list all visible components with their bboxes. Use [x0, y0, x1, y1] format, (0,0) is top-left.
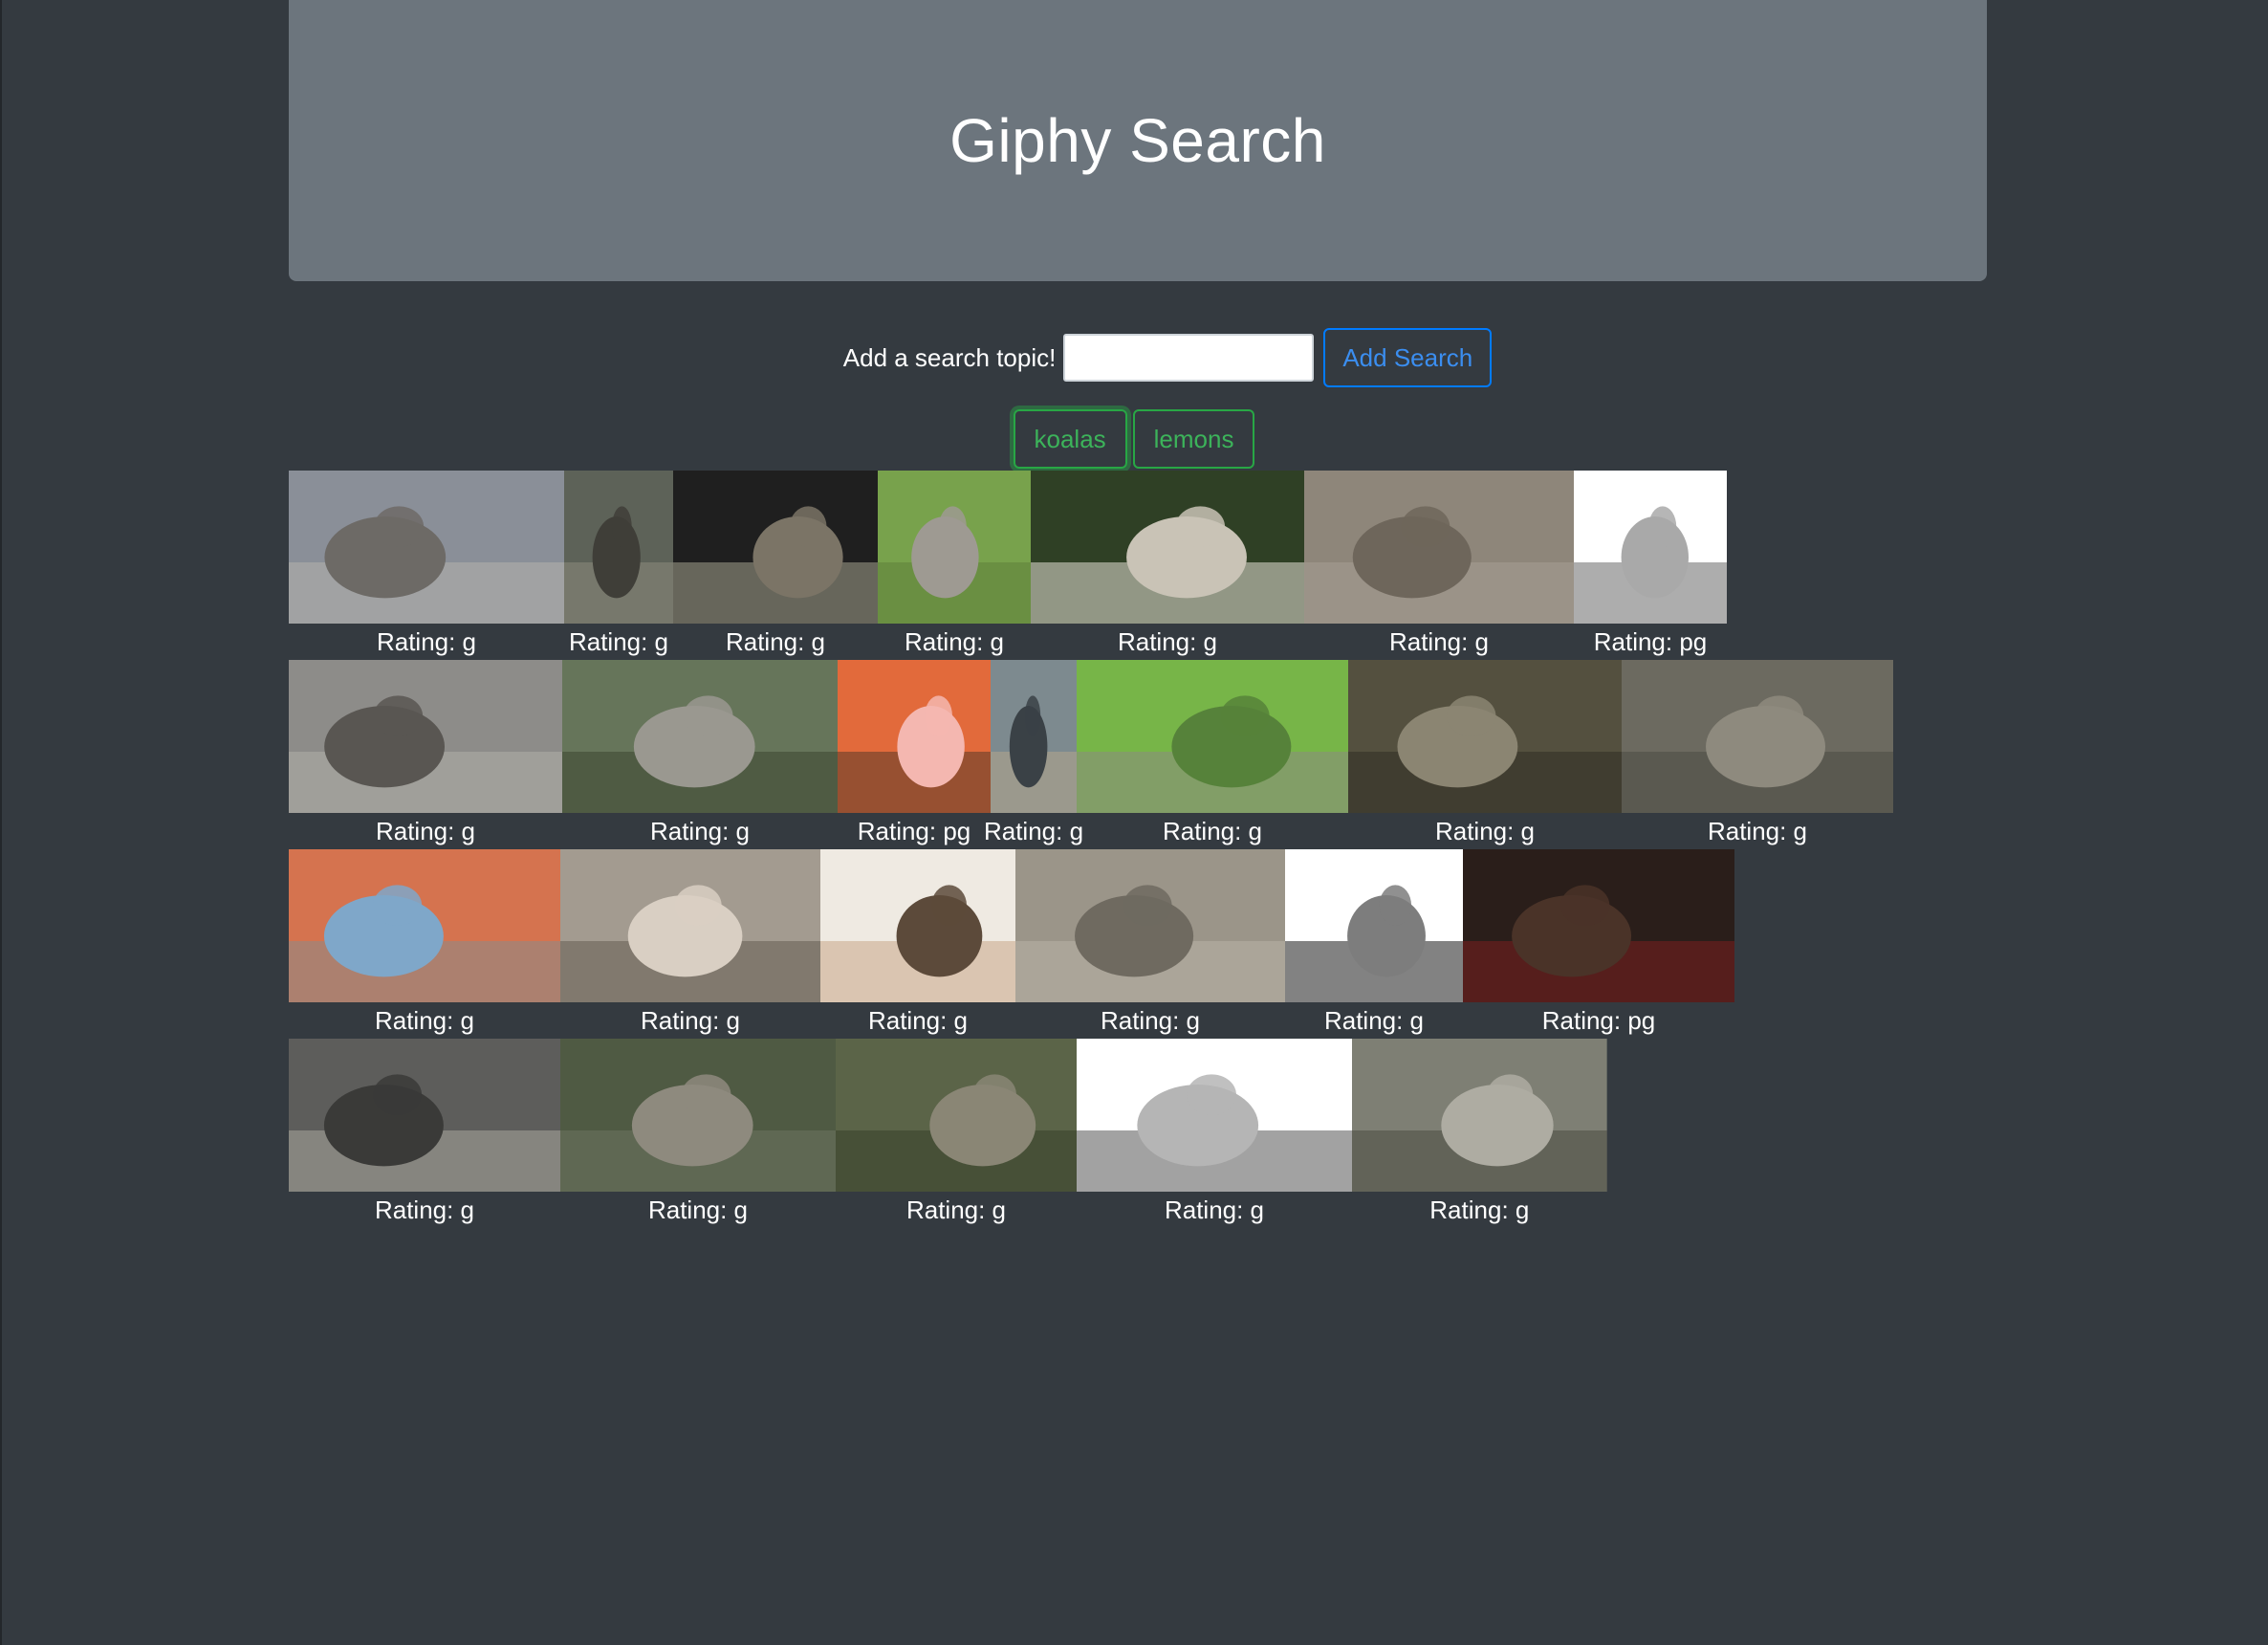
gif-row: Rating: g Rating: g Rating: g Rating: g Rati… [289, 471, 1987, 660]
gif-item[interactable]: Rating: g [289, 660, 562, 849]
gif-image[interactable] [1463, 849, 1734, 1002]
topic-button-lemons[interactable]: lemons [1132, 409, 1255, 469]
gif-image[interactable] [1077, 1039, 1352, 1192]
gif-image[interactable] [560, 849, 820, 1002]
gif-image[interactable] [1352, 1039, 1607, 1192]
gif-item[interactable]: Rating: g [984, 660, 1083, 849]
gif-image[interactable] [1077, 660, 1348, 813]
gif-image[interactable] [560, 1039, 836, 1192]
gif-image[interactable] [289, 660, 562, 813]
gif-item[interactable]: Rating: g [1077, 1039, 1352, 1228]
gif-item[interactable]: Rating: g [1077, 660, 1348, 849]
gif-item[interactable]: Rating: g [1031, 471, 1304, 660]
gif-rating: Rating: g [374, 1006, 475, 1035]
gif-rating: Rating: g [376, 627, 477, 656]
gif-rating: Rating: pg [857, 817, 971, 845]
gif-image[interactable] [289, 471, 564, 624]
gif-image[interactable] [1574, 471, 1727, 624]
gif-rating: Rating: g [905, 1195, 1007, 1224]
gif-rating: Rating: g [1429, 1195, 1530, 1224]
search-label: Add a search topic! [842, 342, 1057, 372]
search-input[interactable] [1063, 334, 1315, 382]
gif-item[interactable]: Rating: g [1304, 471, 1574, 660]
gif-rating: Rating: pg [1593, 627, 1708, 656]
gif-image[interactable] [991, 660, 1077, 813]
add-search-button[interactable]: Add Search [1323, 328, 1493, 387]
gif-rating: Rating: g [904, 627, 1005, 656]
gif-rating: Rating: g [1100, 1006, 1201, 1035]
header-banner: Giphy Search [289, 0, 1987, 281]
topic-button-koalas[interactable]: koalas [1013, 409, 1127, 469]
gif-image[interactable] [838, 660, 991, 813]
gif-rating: Rating: g [649, 817, 751, 845]
gif-item[interactable]: Rating: pg [1463, 849, 1734, 1039]
gif-rating: Rating: g [1434, 817, 1536, 845]
gif-rating: Rating: pg [1541, 1006, 1656, 1035]
gif-item[interactable]: Rating: g [1622, 660, 1893, 849]
gif-item[interactable]: Rating: g [1352, 1039, 1607, 1228]
gif-item[interactable]: Rating: g [673, 471, 878, 660]
gif-rating: Rating: g [1117, 627, 1218, 656]
gif-row: Rating: g Rating: g Rating: g Rating: g Rati… [289, 849, 1987, 1039]
gif-item[interactable]: Rating: g [289, 471, 564, 660]
gif-rating: Rating: g [1162, 817, 1263, 845]
gif-rating: Rating: g [568, 627, 669, 656]
gif-rating: Rating: g [725, 627, 826, 656]
gif-item[interactable]: Rating: g [1348, 660, 1622, 849]
gif-rating: Rating: g [867, 1006, 969, 1035]
gif-rating: Rating: g [1707, 817, 1808, 845]
gif-image[interactable] [1031, 471, 1304, 624]
gif-item[interactable]: Rating: g [289, 849, 560, 1039]
gif-item[interactable]: Rating: g [1285, 849, 1463, 1039]
gif-rating: Rating: g [647, 1195, 749, 1224]
gif-item[interactable]: Rating: g [836, 1039, 1077, 1228]
gif-rating: Rating: g [640, 1006, 741, 1035]
gif-image[interactable] [289, 1039, 560, 1192]
gif-item[interactable]: Rating: g [289, 1039, 560, 1228]
gif-row: Rating: g Rating: g Rating: pg Rating: g Rat… [289, 660, 1987, 849]
gif-image[interactable] [836, 1039, 1077, 1192]
gif-image[interactable] [1304, 471, 1574, 624]
search-form: Add a search topic! Add Search [0, 327, 2268, 388]
gif-item[interactable]: Rating: g [820, 849, 1015, 1039]
gif-image[interactable] [564, 471, 673, 624]
gif-rating: Rating: g [1164, 1195, 1265, 1224]
gif-image[interactable] [562, 660, 838, 813]
gif-image[interactable] [820, 849, 1015, 1002]
gif-image[interactable] [1015, 849, 1285, 1002]
gif-results: Rating: g Rating: g Rating: g Rating: g Rati… [289, 471, 1987, 1228]
gif-item[interactable]: Rating: g [1015, 849, 1285, 1039]
gif-rating: Rating: g [1388, 627, 1490, 656]
gif-image[interactable] [878, 471, 1031, 624]
gif-item[interactable]: Rating: pg [838, 660, 991, 849]
gif-rating: Rating: g [983, 817, 1084, 845]
gif-image[interactable] [673, 471, 878, 624]
gif-item[interactable]: Rating: g [560, 1039, 836, 1228]
gif-rating: Rating: g [1323, 1006, 1425, 1035]
gif-row: Rating: g Rating: g Rating: g Rating: g Rati… [289, 1039, 1987, 1228]
gif-image[interactable] [289, 849, 560, 1002]
gif-image[interactable] [1285, 849, 1463, 1002]
topic-buttons: koalas lemons [0, 409, 2268, 471]
gif-item[interactable]: Rating: g [564, 471, 673, 660]
gif-item[interactable]: Rating: g [878, 471, 1031, 660]
gif-item[interactable]: Rating: pg [1574, 471, 1727, 660]
gif-item[interactable]: Rating: g [560, 849, 820, 1039]
gif-rating: Rating: g [374, 1195, 475, 1224]
gif-item[interactable]: Rating: g [562, 660, 838, 849]
gif-rating: Rating: g [375, 817, 476, 845]
page-edge [0, 0, 2, 1645]
gif-image[interactable] [1348, 660, 1622, 813]
gif-image[interactable] [1622, 660, 1893, 813]
page-title: Giphy Search [949, 106, 1326, 175]
